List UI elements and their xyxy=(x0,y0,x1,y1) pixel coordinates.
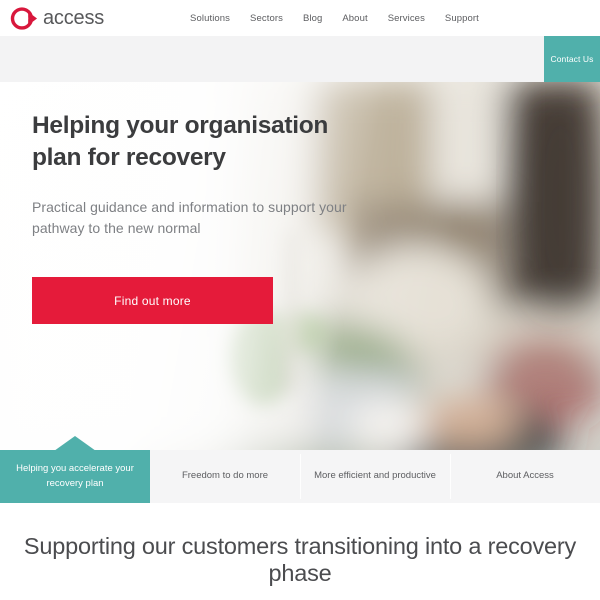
hero-subtitle: Practical guidance and information to su… xyxy=(32,198,347,237)
tile-more-efficient[interactable]: More efficient and productive xyxy=(300,450,450,503)
access-logo-icon xyxy=(10,6,38,30)
nav-item-services[interactable]: Services xyxy=(388,13,425,24)
tile-recovery-plan[interactable]: Helping you accelerate your recovery pla… xyxy=(0,436,150,503)
site-logo[interactable]: access xyxy=(8,3,104,34)
nav-item-blog[interactable]: Blog xyxy=(303,13,322,24)
tile-freedom-to-do-more[interactable]: Freedom to do more xyxy=(150,450,300,503)
nav-item-solutions[interactable]: Solutions xyxy=(190,13,230,24)
logo-wordmark: access xyxy=(43,7,105,29)
tile-label: About Access xyxy=(496,470,554,482)
bottom-section: Supporting our customers transitioning i… xyxy=(0,503,600,600)
secondary-bar xyxy=(0,36,600,82)
page-root: access Solutions Sectors Blog About Serv… xyxy=(0,0,600,600)
tile-label: More efficient and productive xyxy=(314,470,436,482)
tile-pointer-icon xyxy=(54,436,96,451)
nav-item-about[interactable]: About xyxy=(342,13,367,24)
hero-title: Helping your organisation plan for recov… xyxy=(32,112,329,172)
tile-label: Freedom to do more xyxy=(181,470,269,482)
contact-us-button[interactable]: Contact Us xyxy=(544,36,600,82)
section-title: Supporting our customers transitioning i… xyxy=(23,533,577,586)
main-navigation: Solutions Sectors Blog About Services Su… xyxy=(190,13,479,24)
nav-item-support[interactable]: Support xyxy=(445,13,479,24)
hero-content: Helping your organisation plan for recov… xyxy=(32,110,362,240)
nav-item-sectors[interactable]: Sectors xyxy=(250,13,283,24)
feature-tiles: Helping you accelerate your recovery pla… xyxy=(0,436,600,503)
hero-section: Helping your organisation plan for recov… xyxy=(0,82,600,450)
site-header: access Solutions Sectors Blog About Serv… xyxy=(0,0,600,36)
tile-about-access[interactable]: About Access xyxy=(450,450,600,503)
find-out-more-button[interactable]: Find out more xyxy=(32,277,273,324)
tile-label: Helping you accelerate your recovery pla… xyxy=(16,463,134,489)
